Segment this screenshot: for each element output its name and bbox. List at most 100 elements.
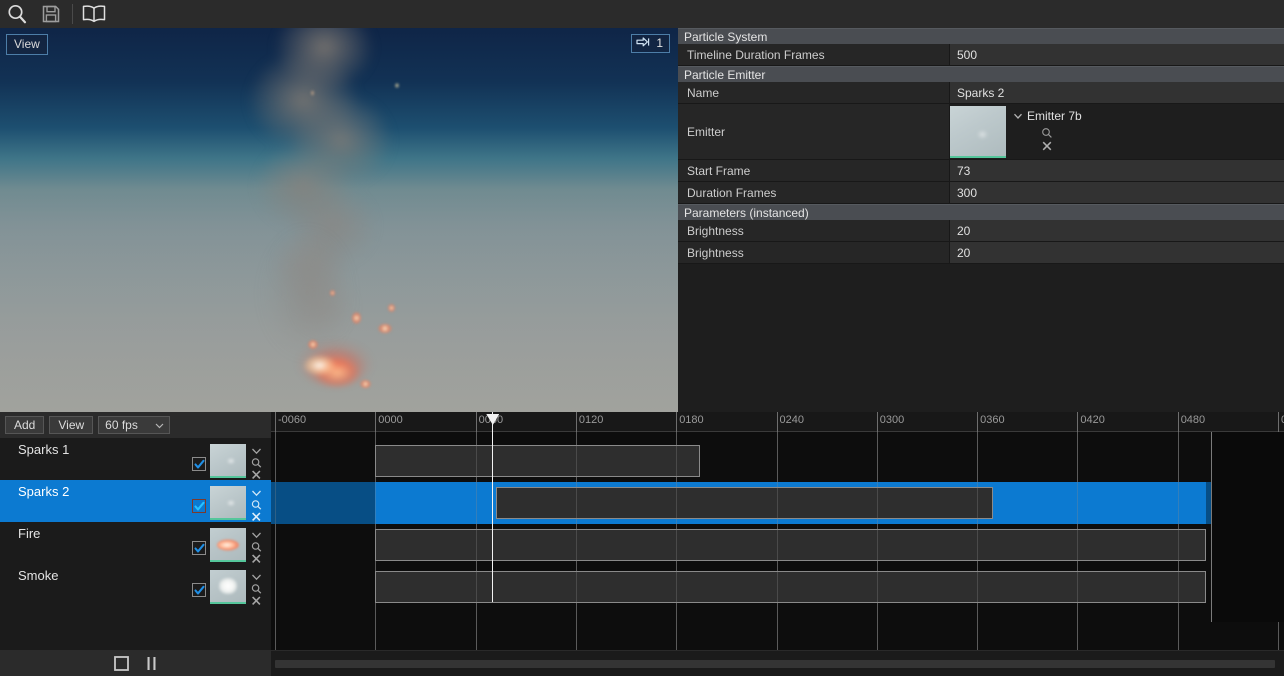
close-icon[interactable] xyxy=(250,595,263,607)
property-row-emitter: Emitter Emitter 7b xyxy=(678,104,1284,160)
search-icon[interactable] xyxy=(250,457,263,469)
timeline-clip[interactable] xyxy=(375,529,1206,561)
property-label: Emitter xyxy=(678,104,950,159)
timeline-grid-line xyxy=(876,432,878,650)
timeline-panel: Add View 60 fps Sparks 1 Sparks 2 Fire S… xyxy=(0,412,1284,676)
ember-particle xyxy=(378,324,392,333)
track-row-sparks-1[interactable]: Sparks 1 xyxy=(0,438,271,480)
emitter-asset-name: Emitter 7b xyxy=(1027,109,1082,123)
timeline-grid-line xyxy=(776,432,778,650)
timeline-scrollbar-track[interactable] xyxy=(271,650,1284,676)
timeline-lane-smoke[interactable] xyxy=(271,566,1284,608)
track-enable-checkbox[interactable] xyxy=(192,457,206,471)
emitter-asset-field[interactable]: Emitter 7b xyxy=(950,104,1284,159)
viewport-3d[interactable]: View 1 xyxy=(0,28,678,412)
track-thumbnail[interactable] xyxy=(210,486,246,520)
ruler-tick: 0240 xyxy=(776,412,804,432)
transport-controls xyxy=(0,650,271,676)
property-row-duration-frames: Duration Frames 300 xyxy=(678,182,1284,204)
chevron-down-icon[interactable] xyxy=(1012,110,1024,122)
properties-panel: Particle System Timeline Duration Frames… xyxy=(678,28,1284,412)
ruler-tick: 0300 xyxy=(876,412,904,432)
timeline-duration-frames-field[interactable]: 500 xyxy=(950,44,1284,65)
documentation-button[interactable] xyxy=(77,0,111,28)
timeline-scrollbar-thumb[interactable] xyxy=(275,660,1275,668)
start-frame-field[interactable]: 73 xyxy=(950,160,1284,181)
timeline-grid-line xyxy=(475,432,477,650)
emitter-name-field[interactable]: Sparks 2 xyxy=(950,82,1284,103)
track-enable-checkbox[interactable] xyxy=(192,499,206,513)
timeline-lanes xyxy=(271,432,1284,650)
timeline-ruler[interactable]: -006000000060012001800240030003600420048… xyxy=(271,412,1284,432)
track-actions xyxy=(250,528,263,565)
ruler-tick: -0060 xyxy=(275,412,306,432)
ruler-tick: 0360 xyxy=(977,412,1005,432)
viewport-counter-value: 1 xyxy=(656,36,663,50)
timeline-grid-line xyxy=(676,432,678,650)
search-icon[interactable] xyxy=(250,541,263,553)
chevron-down-icon[interactable] xyxy=(250,487,263,499)
timeline-lane-sparks-1[interactable] xyxy=(271,440,1284,482)
chevron-down-icon[interactable] xyxy=(250,529,263,541)
emitter-asset-row[interactable]: Emitter 7b xyxy=(1012,105,1082,127)
timeline-lane-sparks-2[interactable] xyxy=(271,482,1284,524)
search-button[interactable] xyxy=(0,0,34,28)
track-thumbnail[interactable] xyxy=(210,570,246,604)
track-enable-checkbox[interactable] xyxy=(192,583,206,597)
lane-pre-region xyxy=(271,482,375,524)
pause-button[interactable] xyxy=(144,655,159,672)
group-header-particle-system: Particle System xyxy=(678,28,1284,44)
group-header-parameters: Parameters (instanced) xyxy=(678,204,1284,220)
track-row-fire[interactable]: Fire xyxy=(0,522,271,564)
timeline-grid-line xyxy=(977,432,979,650)
track-controls xyxy=(192,444,263,481)
brightness-field-1[interactable]: 20 xyxy=(950,220,1284,241)
add-track-button[interactable]: Add xyxy=(5,416,45,434)
timeline-post-range xyxy=(1212,432,1284,622)
viewport-view-menu[interactable]: View xyxy=(6,34,48,55)
property-row-brightness-1: Brightness 20 xyxy=(678,220,1284,242)
chevron-down-icon[interactable] xyxy=(250,445,263,457)
emitter-asset-actions xyxy=(1012,127,1082,152)
property-row-name: Name Sparks 2 xyxy=(678,82,1284,104)
playhead-line[interactable] xyxy=(492,412,494,602)
duration-frames-field[interactable]: 300 xyxy=(950,182,1284,203)
track-controls xyxy=(192,528,263,565)
track-row-sparks-2[interactable]: Sparks 2 xyxy=(0,480,271,522)
brightness-field-2[interactable]: 20 xyxy=(950,242,1284,263)
ember-particle xyxy=(308,340,318,349)
viewport-frame-counter[interactable]: 1 xyxy=(631,34,670,53)
fps-select[interactable]: 60 fps xyxy=(98,416,171,434)
track-thumbnail[interactable] xyxy=(210,528,246,562)
ember-particle xyxy=(360,380,371,388)
timeline-grid-line xyxy=(575,432,577,650)
timeline-clip[interactable] xyxy=(496,487,993,519)
track-label: Sparks 1 xyxy=(18,442,70,457)
timeline-view-button[interactable]: View xyxy=(49,416,94,434)
track-label: Fire xyxy=(18,526,41,541)
track-actions xyxy=(250,570,263,607)
group-header-particle-emitter: Particle Emitter xyxy=(678,66,1284,82)
close-icon[interactable] xyxy=(1013,140,1082,152)
timeline-clip[interactable] xyxy=(375,571,1206,603)
property-label: Start Frame xyxy=(678,160,950,181)
timeline-clip[interactable] xyxy=(375,445,700,477)
stop-button[interactable] xyxy=(113,655,130,672)
track-label: Smoke xyxy=(18,568,59,583)
property-label: Brightness xyxy=(678,242,950,263)
emitter-thumbnail[interactable] xyxy=(950,106,1006,158)
search-icon[interactable] xyxy=(1013,127,1082,139)
timeline-lane-fire[interactable] xyxy=(271,524,1284,566)
property-row-brightness-2: Brightness 20 xyxy=(678,242,1284,264)
save-button[interactable] xyxy=(34,0,68,28)
track-enable-checkbox[interactable] xyxy=(192,541,206,555)
track-thumbnail[interactable] xyxy=(210,444,246,478)
ruler-tick: 0420 xyxy=(1077,412,1105,432)
chevron-down-icon[interactable] xyxy=(250,571,263,583)
search-icon[interactable] xyxy=(250,499,263,511)
search-icon[interactable] xyxy=(250,583,263,595)
ruler-tick: 0120 xyxy=(575,412,603,432)
track-row-smoke[interactable]: Smoke xyxy=(0,564,271,606)
property-label: Brightness xyxy=(678,220,950,241)
timeline-tracks-area[interactable]: -006000000060012001800240030003600420048… xyxy=(271,412,1284,676)
